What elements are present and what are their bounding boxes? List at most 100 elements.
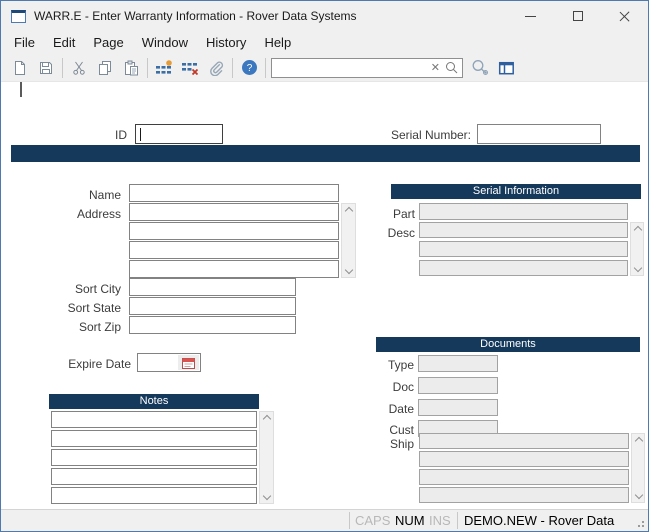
notes-scrollbar[interactable] [259,411,274,504]
scroll-down-icon[interactable] [634,491,642,499]
serial-number-input[interactable] [477,124,601,144]
save-button[interactable] [33,56,59,80]
toolbar-separator [265,58,266,78]
address-line-1[interactable] [129,203,339,221]
ship-scrollbar[interactable] [631,433,645,503]
status-message: DEMO.NEW - Rover Data Systems [464,510,648,532]
delete-row-button[interactable] [177,56,203,80]
id-input[interactable] [135,124,223,144]
doc-field [418,377,498,394]
panels-icon [498,60,515,76]
scroll-down-icon[interactable] [633,264,641,272]
window-title: WARR.E - Enter Warranty Information - Ro… [34,9,357,23]
minimize-button[interactable] [507,1,554,31]
desc-scrollbar[interactable] [630,222,644,276]
toolbar-separator [62,58,63,78]
serial-number-label: Serial Number: [361,128,471,142]
ship-line-2 [419,451,629,467]
calendar-icon [182,357,195,369]
notes-line-3[interactable] [51,449,257,466]
resize-grip-icon[interactable] [636,519,644,527]
app-window-icon [11,10,26,23]
lookup-button[interactable] [467,56,493,80]
menu-bar: File Edit Page Window History Help [1,31,648,54]
address-scrollbar[interactable] [341,203,356,278]
expire-date-label: Expire Date [31,357,131,371]
title-bar: WARR.E - Enter Warranty Information - Ro… [1,1,648,31]
menu-edit[interactable]: Edit [44,32,84,53]
ship-line-1 [419,433,629,449]
date-label: Date [354,402,414,416]
serial-information-header: Serial Information [391,184,641,199]
sort-state-input[interactable] [129,297,296,315]
paperclip-icon [208,60,224,76]
notes-line-4[interactable] [51,468,257,485]
close-icon [619,10,631,22]
new-document-button[interactable] [7,56,33,80]
sort-zip-input[interactable] [129,316,296,334]
input-caret [140,128,141,141]
cust-label: Cust [354,423,414,437]
toolbar-search: ✕ [271,58,463,78]
text-cursor [20,82,22,97]
toolbar: ? ✕ [1,54,648,82]
panels-button[interactable] [493,56,519,80]
toolbar-separator [147,58,148,78]
notes-header: Notes [49,394,259,409]
toolbar-separator [232,58,233,78]
cut-button[interactable] [66,56,92,80]
menu-history[interactable]: History [197,32,255,53]
scroll-down-icon[interactable] [345,266,353,274]
documents-header: Documents [376,337,640,352]
search-input[interactable] [276,61,431,75]
help-icon: ? [241,59,258,76]
section-divider-bar [11,145,640,162]
paste-button[interactable] [118,56,144,80]
address-line-2[interactable] [129,222,339,240]
notes-line-1[interactable] [51,411,257,428]
delete-row-icon [181,60,199,76]
scroll-up-icon[interactable] [634,437,642,445]
desc-line-2 [419,241,628,257]
part-field [419,203,628,220]
new-document-icon [12,60,28,76]
date-field [418,399,498,416]
minimize-icon [525,16,536,17]
type-field [418,355,498,372]
scroll-up-icon[interactable] [345,207,353,215]
cut-icon [71,60,87,76]
menu-file[interactable]: File [5,32,44,53]
address-line-3[interactable] [129,241,339,259]
scroll-down-icon[interactable] [263,492,271,500]
address-line-4[interactable] [129,260,339,278]
part-label: Part [365,207,415,221]
lookup-magnifier-eye-icon [471,59,490,76]
ship-label: Ship [354,437,414,451]
menu-window[interactable]: Window [133,32,197,53]
name-label: Name [41,188,121,202]
insert-row-button[interactable] [151,56,177,80]
notes-line-5[interactable] [51,487,257,504]
date-picker-button[interactable] [178,355,199,370]
sort-city-input[interactable] [129,278,296,296]
menu-page[interactable]: Page [84,32,132,53]
scroll-up-icon[interactable] [263,415,271,423]
num-indicator: NUM [395,510,425,531]
desc-line-3 [419,260,628,276]
attach-button[interactable] [203,56,229,80]
menu-help[interactable]: Help [255,32,300,53]
caps-indicator: CAPS [355,510,390,531]
sort-state-label: Sort State [41,301,121,315]
scroll-up-icon[interactable] [633,226,641,234]
clear-search-icon[interactable]: ✕ [431,61,440,74]
close-button[interactable] [601,1,648,31]
notes-line-2[interactable] [51,430,257,447]
help-button[interactable]: ? [236,56,262,80]
copy-button[interactable] [92,56,118,80]
name-input[interactable] [129,184,339,202]
svg-text:?: ? [246,63,252,74]
maximize-icon [573,11,583,21]
sort-zip-label: Sort Zip [41,320,121,334]
search-icon[interactable] [445,61,458,74]
maximize-button[interactable] [554,1,601,31]
